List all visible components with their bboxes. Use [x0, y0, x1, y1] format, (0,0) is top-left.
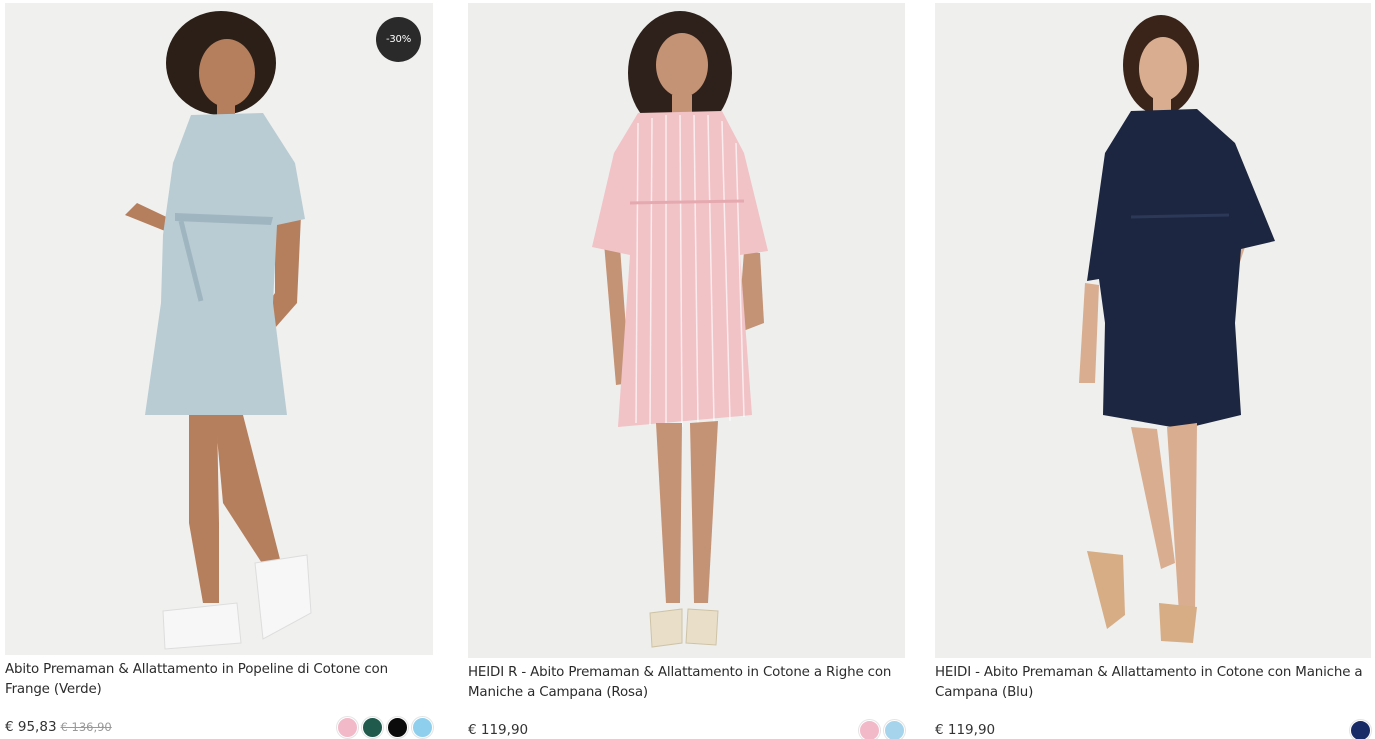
product-image[interactable]: [935, 3, 1371, 658]
price-row: € 119,90: [935, 718, 1371, 739]
sale-price: € 119,90: [935, 722, 996, 738]
product-card[interactable]: -30% Abito Premaman & Allattamento in Po…: [5, 0, 433, 738]
product-title[interactable]: Abito Premaman & Allattamento in Popelin…: [5, 660, 433, 699]
color-swatches: [1350, 719, 1371, 739]
product-title[interactable]: HEIDI - Abito Premaman & Allattamento in…: [935, 663, 1371, 702]
product-image[interactable]: -30%: [5, 3, 433, 655]
model-photo-illustration: [935, 3, 1371, 658]
color-swatches: [859, 719, 905, 739]
model-photo-illustration: [5, 3, 433, 655]
sale-price: € 95,83: [5, 719, 57, 735]
discount-badge: -30%: [376, 17, 421, 62]
color-swatch-navy[interactable]: [1350, 719, 1371, 739]
product-card[interactable]: HEIDI - Abito Premaman & Allattamento in…: [935, 0, 1371, 739]
product-image[interactable]: [468, 3, 905, 658]
price-row: € 95,83 € 136,90: [5, 715, 433, 739]
color-swatch-light-blue[interactable]: [884, 719, 905, 739]
color-swatch-green[interactable]: [362, 716, 383, 738]
original-price: € 136,90: [60, 720, 112, 734]
color-swatch-black[interactable]: [387, 716, 408, 738]
model-photo-illustration: [468, 3, 905, 658]
color-swatch-light-blue[interactable]: [412, 716, 433, 738]
color-swatch-pink[interactable]: [859, 719, 880, 739]
color-swatches: [337, 716, 433, 738]
color-swatch-pink[interactable]: [337, 716, 358, 738]
product-title[interactable]: HEIDI R - Abito Premaman & Allattamento …: [468, 663, 905, 702]
sale-price: € 119,90: [468, 722, 529, 738]
product-card[interactable]: HEIDI R - Abito Premaman & Allattamento …: [468, 0, 905, 739]
price-row: € 119,90: [468, 718, 905, 739]
